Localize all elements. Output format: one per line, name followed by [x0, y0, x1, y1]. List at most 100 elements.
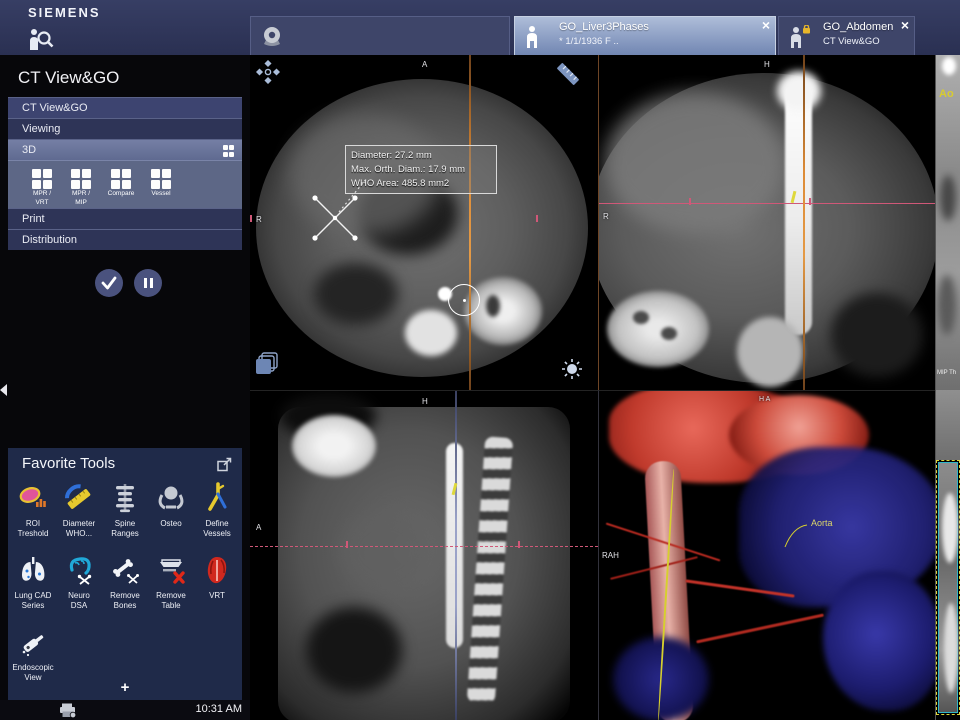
- reference-tick: [689, 198, 691, 205]
- ct-anatomy-blob: [464, 277, 542, 345]
- ct-anatomy-blob: [942, 57, 956, 75]
- workflow-menu: CT View&GO Viewing 3D MPR / VRT MPR / MI…: [8, 97, 242, 250]
- vessel-icon: [151, 169, 171, 189]
- coronal-view[interactable]: H R: [598, 55, 935, 390]
- pause-button[interactable]: [134, 269, 162, 297]
- pan-icon[interactable]: [256, 60, 280, 84]
- tool-remove-table[interactable]: Remove Table: [149, 554, 193, 610]
- spine-ranges-icon: [108, 482, 142, 514]
- mip-strip-image: [936, 55, 960, 390]
- axial-view[interactable]: Diameter: 27.2 mm Max. Orth. Diam.: 17.9…: [250, 55, 598, 390]
- menu-item-3d[interactable]: 3D: [8, 139, 242, 160]
- ct-viewgo-app: SIEMENS GO_Liver3Phases * 1/1/1936 F .. …: [0, 0, 960, 720]
- vrt-3d-view[interactable]: Aorta H A RAH: [598, 390, 935, 720]
- ct-anatomy-blob: [785, 83, 812, 335]
- left-sidebar: CT View&GO CT View&GO Viewing 3D MPR / V…: [0, 55, 250, 700]
- diameter-who-icon: [62, 482, 96, 514]
- ct-anatomy-blob: [944, 603, 958, 693]
- menu-item-viewing[interactable]: Viewing: [8, 118, 242, 139]
- compare-button[interactable]: Compare: [101, 165, 141, 199]
- axial-reference-line[interactable]: [250, 546, 598, 547]
- ct-anatomy-blob: [938, 275, 956, 335]
- remove-bones-icon: [108, 554, 142, 586]
- tool-neuro-dsa[interactable]: Neuro DSA: [57, 554, 101, 610]
- coronal-reference-line[interactable]: [455, 391, 457, 720]
- mip-strip-image: [936, 390, 960, 460]
- sidebar-collapse-arrow[interactable]: [0, 384, 7, 396]
- tool-lung-cad[interactable]: Lung CAD Series: [11, 554, 55, 610]
- orientation-label-side: R: [256, 215, 262, 224]
- menu-item-ct-viewgo[interactable]: CT View&GO: [8, 97, 242, 118]
- strip-label: Ao: [939, 88, 954, 100]
- patient-browser-button[interactable]: [250, 16, 510, 55]
- ct-anatomy-blob: [940, 175, 956, 221]
- coronal-reference-tick: [250, 215, 252, 222]
- neuro-dsa-icon: [62, 554, 96, 586]
- windowing-sun-icon[interactable]: [560, 357, 584, 381]
- pause-icon: [150, 278, 154, 288]
- axial-reference-line[interactable]: [599, 203, 935, 204]
- reference-tick: [809, 198, 811, 205]
- confirm-button[interactable]: [95, 269, 123, 297]
- patient-locked-icon: [789, 25, 813, 49]
- tool-diameter-who[interactable]: Diameter WHO...: [57, 482, 101, 538]
- endoscopic-icon: [16, 626, 50, 658]
- close-icon[interactable]: ×: [762, 18, 770, 32]
- series-disc-icon: [261, 25, 283, 47]
- orientation-label-top: H: [422, 397, 428, 406]
- define-vessels-icon: [200, 482, 234, 514]
- tab-subtitle: CT View&GO: [823, 36, 880, 47]
- series-stack-icon[interactable]: [254, 351, 280, 377]
- vessel-label[interactable]: Aorta: [811, 518, 833, 528]
- orientation-label-top: H A: [759, 396, 770, 403]
- sagittal-view[interactable]: H A: [250, 390, 598, 720]
- vrt-anatomy-blob: [823, 571, 935, 711]
- tool-vrt[interactable]: VRT: [195, 554, 239, 610]
- status-bar: 10:31 AM: [0, 700, 250, 720]
- roi-circle-marker[interactable]: [448, 284, 480, 316]
- tool-define-vessels[interactable]: Define Vessels: [195, 482, 239, 538]
- orientation-label-side: R: [603, 212, 609, 221]
- patient-icon: [525, 25, 539, 49]
- vessel-button[interactable]: Vessel: [141, 165, 181, 199]
- tool-roi-threshold[interactable]: ROI Treshold: [11, 482, 55, 538]
- close-icon[interactable]: ×: [901, 18, 909, 32]
- diameter-cross-marker[interactable]: [295, 150, 395, 250]
- mpr-mip-button[interactable]: MPR / MIP: [61, 165, 101, 206]
- selected-range-image: [938, 462, 958, 713]
- layout-grid-icon: [223, 145, 235, 157]
- tool-remove-bones[interactable]: Remove Bones: [103, 554, 147, 610]
- orientation-label-side: RAH: [602, 551, 619, 560]
- osteo-icon: [154, 482, 188, 514]
- mpr-vrt-icon: [32, 169, 52, 189]
- roi-center-dot: [463, 299, 466, 302]
- tool-spine-ranges[interactable]: Spine Ranges: [103, 482, 147, 538]
- mip-side-panel[interactable]: Ao MIP Th: [935, 55, 960, 720]
- ct-anatomy-blob: [777, 71, 821, 111]
- sagittal-reference-line[interactable]: [469, 55, 471, 390]
- tab-go-liver3phases[interactable]: GO_Liver3Phases * 1/1/1936 F .. ×: [514, 16, 776, 55]
- menu-item-distribution[interactable]: Distribution: [8, 229, 242, 250]
- ruler-icon[interactable]: [553, 59, 583, 89]
- coronal-reference-tick: [536, 215, 538, 222]
- selected-range-box[interactable]: [936, 460, 960, 715]
- ct-anatomy-blob: [942, 493, 958, 563]
- tool-endoscopic-view[interactable]: Endoscopic View: [11, 626, 55, 682]
- page-title: CT View&GO: [18, 68, 119, 88]
- sagittal-reference-line[interactable]: [803, 55, 805, 390]
- favorite-tools-panel: Favorite Tools ROI Treshold: [8, 448, 242, 700]
- tab-title: GO_Liver3Phases: [559, 21, 649, 33]
- remove-table-icon: [154, 554, 188, 586]
- ct-anatomy-blob: [405, 310, 457, 356]
- favorite-tools-grid: ROI Treshold Diameter WHO...: [10, 482, 240, 682]
- add-tool-button[interactable]: +: [8, 679, 242, 696]
- undock-panel-icon[interactable]: [217, 457, 232, 472]
- mpr-vrt-button[interactable]: MPR / VRT: [22, 165, 62, 206]
- tab-subtitle: * 1/1/1936 F ..: [559, 36, 619, 47]
- ct-anatomy-blob: [607, 291, 709, 367]
- menu-item-print[interactable]: Print: [8, 208, 242, 229]
- tab-go-abdomen[interactable]: GO_Abdomen CT View&GO ×: [778, 16, 915, 55]
- printer-icon[interactable]: [58, 702, 78, 719]
- patient-search-icon[interactable]: [26, 27, 54, 51]
- tool-osteo[interactable]: Osteo: [149, 482, 193, 538]
